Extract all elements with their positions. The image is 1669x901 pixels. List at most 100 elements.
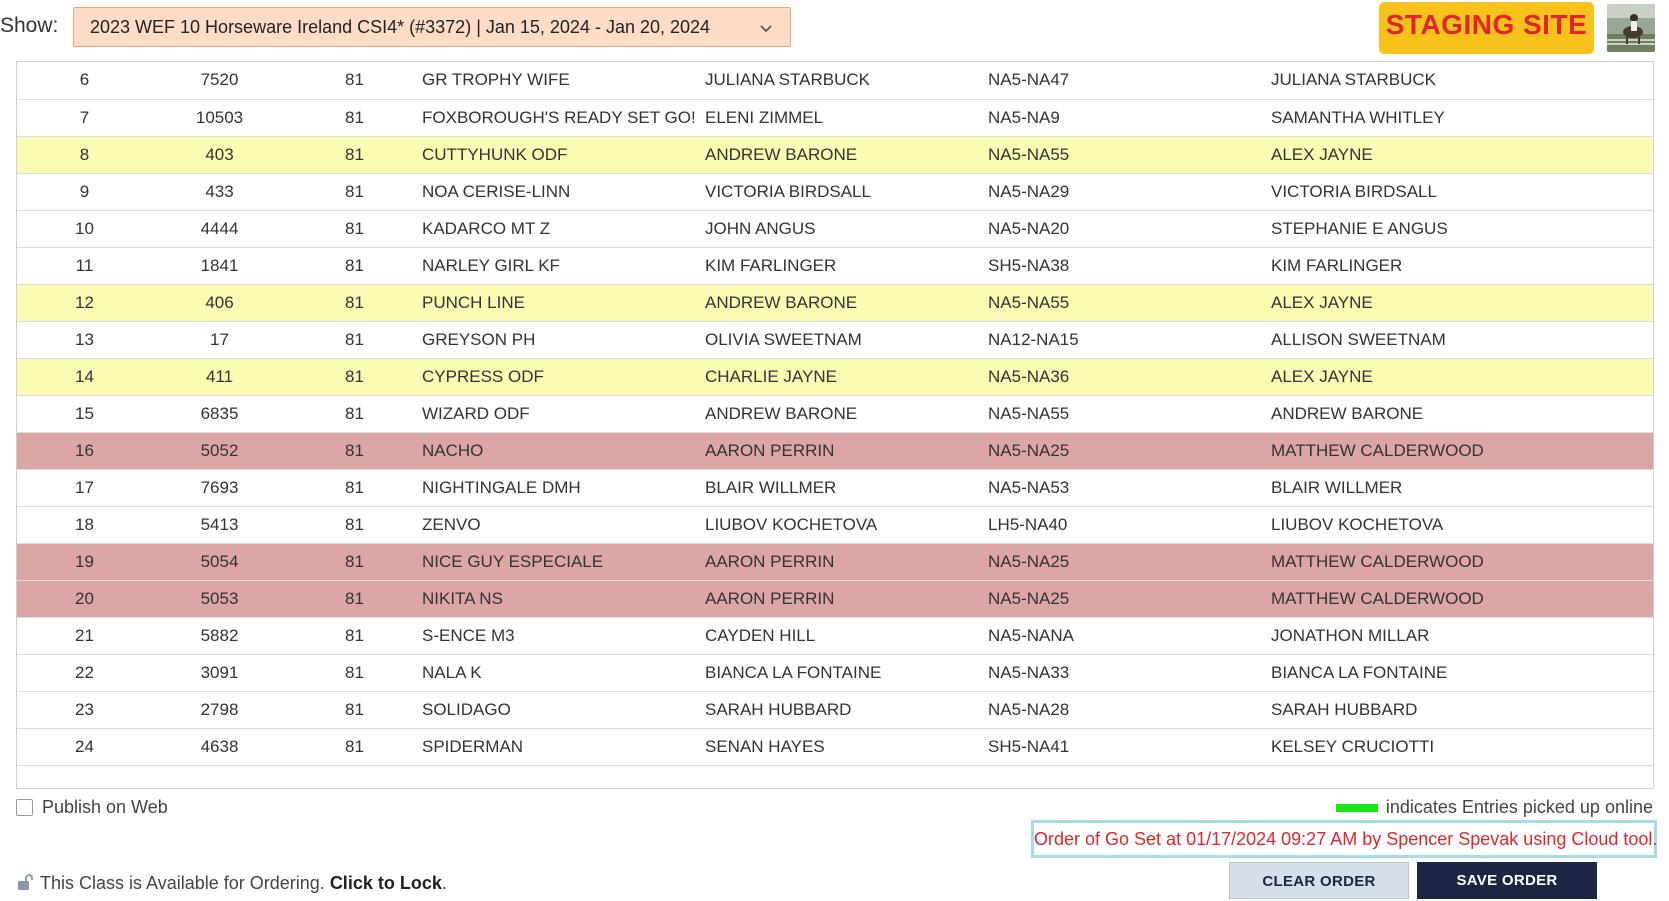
save-order-button[interactable]: SAVE ORDER	[1417, 862, 1597, 899]
user-avatar[interactable]	[1607, 4, 1655, 52]
stall-cell: NA5-NA29	[988, 173, 1271, 211]
owner-cell: ALEX JAYNE	[1271, 358, 1653, 396]
class-number-cell: 81	[287, 210, 422, 248]
horse-cell: FOXBOROUGH'S READY SET GO!	[422, 99, 705, 137]
rider-cell: KIM FARLINGER	[705, 247, 988, 285]
stall-cell: NA5-NA25	[988, 580, 1271, 618]
stall-cell: NA5-NA25	[988, 432, 1271, 470]
class-number-cell: 81	[287, 617, 422, 655]
rider-cell: CAYDEN HILL	[705, 617, 988, 655]
avatar-photo-icon	[1607, 4, 1655, 52]
table-row[interactable]: 22 3091 81 NALA K BIANCA LA FONTAINE NA5-NA33…	[17, 654, 1653, 692]
table-row[interactable]: 16 5052 81 NACHO AARON PERRIN NA5-NA25 MATTHEW…	[17, 432, 1653, 470]
rider-cell: AARON PERRIN	[705, 432, 988, 470]
table-row[interactable]: 7 10503 81 FOXBOROUGH'S READY SET GO! ELENI …	[17, 99, 1653, 137]
horse-cell: NACHO	[422, 432, 705, 470]
horse-cell: PUNCH LINE	[422, 284, 705, 322]
table-row[interactable]: 9 433 81 NOA CERISE-LINN VICTORIA BIRDSALL NA…	[17, 173, 1653, 211]
order-cell: 12	[17, 284, 152, 322]
owner-cell: ANDREW BARONE	[1271, 395, 1653, 433]
rider-cell: CHARLIE JAYNE	[705, 358, 988, 396]
owner-cell: MATTHEW CALDERWOOD	[1271, 543, 1653, 581]
class-number-cell: 81	[287, 284, 422, 322]
table-row[interactable]: 6 7520 81 GR TROPHY WIFE JULIANA STARBUCK NA5…	[17, 62, 1653, 100]
rider-cell: VICTORIA BIRDSALL	[705, 173, 988, 211]
stall-cell: NA5-NA36	[988, 358, 1271, 396]
online-indicator-swatch	[1335, 804, 1378, 813]
stall-cell: NA5-NA33	[988, 654, 1271, 692]
owner-cell: SAMANTHA WHITLEY	[1271, 99, 1653, 137]
entry-number-cell: 411	[152, 358, 287, 396]
order-cell: 22	[17, 654, 152, 692]
rider-cell: SENAN HAYES	[705, 728, 988, 766]
entry-number-cell: 5053	[152, 580, 287, 618]
horse-cell: GR TROPHY WIFE	[422, 62, 705, 100]
stall-cell: LH5-NA40	[988, 506, 1271, 544]
entries-table: 6 7520 81 GR TROPHY WIFE JULIANA STARBUCK NA5…	[17, 62, 1653, 766]
table-row[interactable]: 18 5413 81 ZENVO LIUBOV KOCHETOVA LH5-NA40 LIU…	[17, 506, 1653, 544]
class-number-cell: 81	[287, 543, 422, 581]
horse-cell: NIGHTINGALE DMH	[422, 469, 705, 507]
class-number-cell: 81	[287, 506, 422, 544]
rider-cell: BLAIR WILLMER	[705, 469, 988, 507]
rider-cell: SARAH HUBBARD	[705, 691, 988, 729]
stall-cell: NA5-NA25	[988, 543, 1271, 581]
order-cell: 13	[17, 321, 152, 359]
rider-cell: ELENI ZIMMEL	[705, 99, 988, 137]
class-number-cell: 81	[287, 62, 422, 100]
stall-cell: SH5-NA38	[988, 247, 1271, 285]
entry-number-cell: 5882	[152, 617, 287, 655]
table-row[interactable]: 23 2798 81 SOLIDAGO SARAH HUBBARD NA5-NA28 SAR…	[17, 691, 1653, 729]
click-to-lock-link[interactable]: Click to Lock	[330, 873, 442, 893]
table-row[interactable]: 17 7693 81 NIGHTINGALE DMH BLAIR WILLMER NA5-…	[17, 469, 1653, 507]
horse-cell: S-ENCE M3	[422, 617, 705, 655]
table-row[interactable]: 19 5054 81 NICE GUY ESPECIALE AARON PERRIN NA…	[17, 543, 1653, 581]
order-cell: 23	[17, 691, 152, 729]
clear-order-button[interactable]: CLEAR ORDER	[1229, 862, 1409, 899]
order-cell: 16	[17, 432, 152, 470]
order-cell: 14	[17, 358, 152, 396]
entry-number-cell: 4638	[152, 728, 287, 766]
horse-cell: KADARCO MT Z	[422, 210, 705, 248]
class-number-cell: 81	[287, 136, 422, 174]
order-of-go-table: 6 7520 81 GR TROPHY WIFE JULIANA STARBUCK NA5…	[16, 61, 1654, 789]
stall-cell: NA5-NA53	[988, 469, 1271, 507]
order-cell: 7	[17, 99, 152, 137]
entry-number-cell: 7520	[152, 62, 287, 100]
owner-cell: KELSEY CRUCIOTTI	[1271, 728, 1653, 766]
publish-label: Publish on Web	[42, 797, 168, 817]
owner-cell: VICTORIA BIRDSALL	[1271, 173, 1653, 211]
rider-cell: ANDREW BARONE	[705, 136, 988, 174]
owner-cell: ALEX JAYNE	[1271, 284, 1653, 322]
horse-cell: GREYSON PH	[422, 321, 705, 359]
table-row[interactable]: 10 4444 81 KADARCO MT Z JOHN ANGUS NA5-NA20 ST…	[17, 210, 1653, 248]
order-cell: 15	[17, 395, 152, 433]
table-row[interactable]: 20 5053 81 NIKITA NS AARON PERRIN NA5-NA25 MAT…	[17, 580, 1653, 618]
order-cell: 8	[17, 136, 152, 174]
horse-cell: NICE GUY ESPECIALE	[422, 543, 705, 581]
legend-text: indicates Entries picked up online	[1385, 797, 1653, 817]
order-cell: 21	[17, 617, 152, 655]
publish-checkbox[interactable]	[16, 799, 33, 816]
stall-cell: NA5-NANA	[988, 617, 1271, 655]
rider-cell: ANDREW BARONE	[705, 395, 988, 433]
show-select[interactable]: 2023 WEF 10 Horseware Ireland CSI4* (#33…	[73, 7, 791, 47]
table-row[interactable]: 13 17 81 GREYSON PH OLIVIA SWEETNAM NA12-NA15…	[17, 321, 1653, 359]
order-cell: 10	[17, 210, 152, 248]
table-row[interactable]: 12 406 81 PUNCH LINE ANDREW BARONE NA5-NA55 AL…	[17, 284, 1653, 322]
horse-cell: CYPRESS ODF	[422, 358, 705, 396]
table-row[interactable]: 15 6835 81 WIZARD ODF ANDREW BARONE NA5-NA55 A…	[17, 395, 1653, 433]
show-label: Show:	[0, 14, 59, 37]
rider-cell: JULIANA STARBUCK	[705, 62, 988, 100]
owner-cell: BLAIR WILLMER	[1271, 469, 1653, 507]
table-row[interactable]: 11 1841 81 NARLEY GIRL KF KIM FARLINGER SH5-N…	[17, 247, 1653, 285]
table-row[interactable]: 8 403 81 CUTTYHUNK ODF ANDREW BARONE NA5-NA55…	[17, 136, 1653, 174]
table-row[interactable]: 14 411 81 CYPRESS ODF CHARLIE JAYNE NA5-NA36 A…	[17, 358, 1653, 396]
entry-number-cell: 5052	[152, 432, 287, 470]
owner-cell: LIUBOV KOCHETOVA	[1271, 506, 1653, 544]
table-row[interactable]: 21 5882 81 S-ENCE M3 CAYDEN HILL NA5-NANA JONA…	[17, 617, 1653, 655]
class-number-cell: 81	[287, 395, 422, 433]
owner-cell: MATTHEW CALDERWOOD	[1271, 432, 1653, 470]
class-lock-status: This Class is Available for Ordering. Cl…	[16, 873, 447, 894]
table-row[interactable]: 24 4638 81 SPIDERMAN SENAN HAYES SH5-NA41 KELS…	[17, 728, 1653, 766]
